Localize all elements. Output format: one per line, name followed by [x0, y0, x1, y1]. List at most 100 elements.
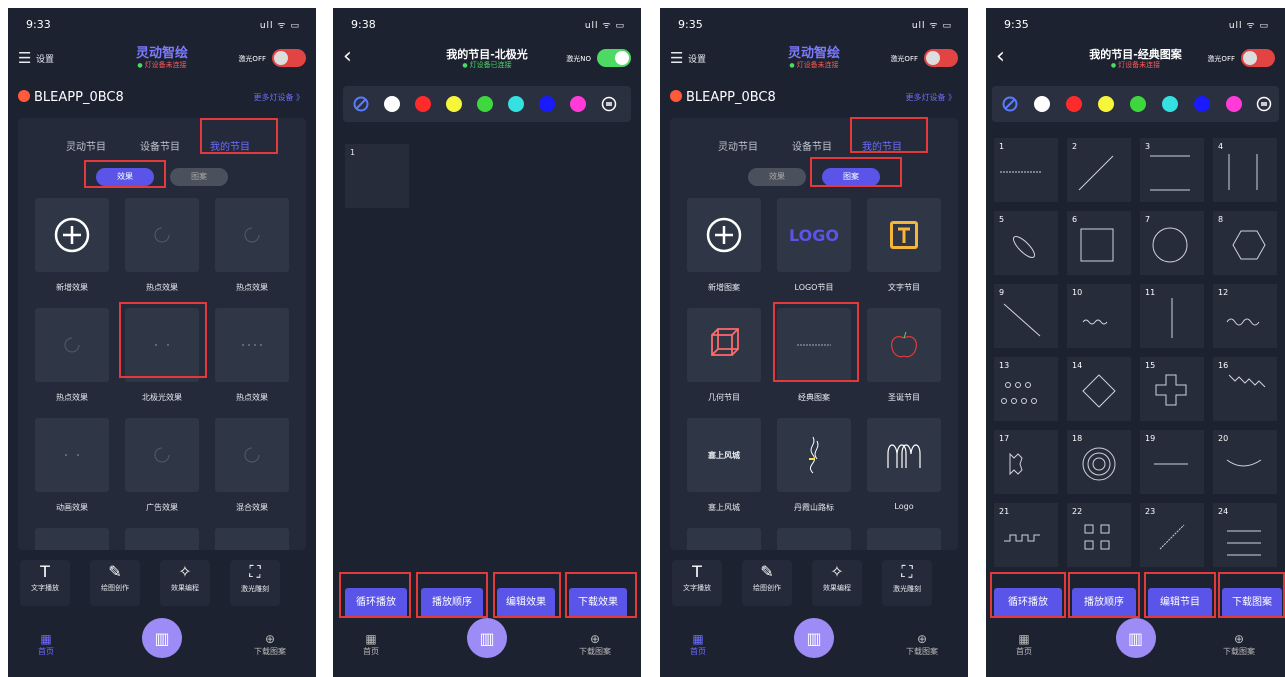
pattern-item[interactable]: 4: [1213, 138, 1277, 202]
center-fab[interactable]: ▥: [467, 618, 507, 658]
color-swatch-blue[interactable]: [1194, 96, 1210, 112]
nav-home[interactable]: ▦ 首页: [38, 632, 54, 657]
tab-smart-programs[interactable]: 灵动节目: [718, 138, 758, 153]
effects-pill[interactable]: 效果: [748, 168, 806, 186]
pattern-item[interactable]: 21: [994, 503, 1058, 567]
nav-download[interactable]: ⊕ 下载图案: [254, 632, 286, 657]
color-swatch-green[interactable]: [1130, 96, 1146, 112]
pattern-item[interactable]: 7: [1140, 211, 1204, 275]
device-name[interactable]: BLEAPP_0BC8: [18, 90, 124, 105]
effect-tile[interactable]: 热点效果: [35, 308, 109, 403]
effect-tile[interactable]: 动画效果: [35, 418, 109, 513]
pattern-item[interactable]: 17: [994, 430, 1058, 494]
tab-my-programs[interactable]: 我的节目: [862, 138, 902, 153]
pattern-item[interactable]: 14: [1067, 357, 1131, 421]
effect-tile[interactable]: 热点效果: [215, 198, 289, 293]
effect-tile[interactable]: [35, 528, 109, 550]
effect-tile[interactable]: [215, 528, 289, 550]
effect-program-tool[interactable]: ✧ 效果编程: [812, 560, 862, 606]
pattern-item[interactable]: 3: [1140, 138, 1204, 202]
pattern-tile[interactable]: [777, 528, 851, 550]
pattern-item[interactable]: 18: [1067, 430, 1131, 494]
play-order-button[interactable]: 播放顺序: [421, 588, 483, 618]
center-fab[interactable]: ▥: [1115, 618, 1156, 658]
tab-device-programs[interactable]: 设备节目: [792, 138, 832, 153]
effect-tile[interactable]: 热点效果: [125, 198, 199, 293]
center-fab[interactable]: ▥: [142, 618, 182, 658]
download-effect-button[interactable]: 下载效果: [569, 588, 627, 618]
tab-device-programs[interactable]: 设备节目: [140, 138, 180, 153]
color-swatch-white[interactable]: [384, 96, 400, 112]
pattern-item[interactable]: 9: [994, 284, 1058, 348]
laser-toggle[interactable]: [597, 49, 631, 67]
draw-tool[interactable]: ✎ 绘图创作: [90, 560, 140, 606]
classic-pattern-tile[interactable]: 经典图案: [777, 308, 851, 403]
edit-program-button[interactable]: 编辑节目: [1148, 588, 1212, 618]
pattern-item[interactable]: 1: [994, 138, 1058, 202]
text-play-tool[interactable]: T 文字播放: [20, 560, 70, 606]
nav-download[interactable]: ⊕ 下载图案: [1223, 632, 1255, 657]
nav-download[interactable]: ⊕ 下载图案: [906, 632, 938, 657]
pattern-item[interactable]: 5: [994, 211, 1058, 275]
color-swatch-red[interactable]: [415, 96, 431, 112]
more-devices-link[interactable]: 更多灯设备 》: [905, 92, 956, 103]
loop-play-button[interactable]: 循环播放: [345, 588, 407, 618]
effect-tile[interactable]: [125, 528, 199, 550]
geometry-program-tile[interactable]: 几何节目: [687, 308, 761, 403]
pattern-item[interactable]: 11: [1140, 284, 1204, 348]
pattern-item[interactable]: 20: [1213, 430, 1277, 494]
color-swatch-white[interactable]: [1034, 96, 1050, 112]
device-name[interactable]: BLEAPP_0BC8: [670, 90, 776, 105]
christmas-program-tile[interactable]: 圣诞节目: [867, 308, 941, 403]
color-swatch-yellow[interactable]: [1098, 96, 1114, 112]
effect-program-tool[interactable]: ✧ 效果编程: [160, 560, 210, 606]
color-swatch-cyan[interactable]: [508, 96, 524, 112]
patterns-pill[interactable]: 图案: [822, 168, 880, 186]
color-swatch-green[interactable]: [477, 96, 493, 112]
color-swatch-blue[interactable]: [539, 96, 555, 112]
download-pattern-button[interactable]: 下载图案: [1222, 588, 1282, 618]
laser-engrave-tool[interactable]: ⛶ 激光雕刻: [230, 560, 280, 606]
color-swatch-red[interactable]: [1066, 96, 1082, 112]
pattern-item[interactable]: 16: [1213, 357, 1277, 421]
nav-home[interactable]: ▦ 首页: [1016, 632, 1032, 657]
color-swatch-cyan[interactable]: [1162, 96, 1178, 112]
pattern-item[interactable]: 8: [1213, 211, 1277, 275]
effects-pill[interactable]: 效果: [96, 168, 154, 186]
nav-home[interactable]: ▦ 首页: [363, 632, 379, 657]
text-program-tile[interactable]: 文字节目: [867, 198, 941, 293]
color-swatch-magenta[interactable]: [1226, 96, 1242, 112]
pattern-item[interactable]: 19: [1140, 430, 1204, 494]
center-fab[interactable]: ▥: [794, 618, 834, 658]
color-swatch-magenta[interactable]: [570, 96, 586, 112]
tab-my-programs[interactable]: 我的节目: [210, 138, 250, 153]
nav-home[interactable]: ▦ 首页: [690, 632, 706, 657]
laser-toggle[interactable]: [924, 49, 958, 67]
pattern-item[interactable]: 15: [1140, 357, 1204, 421]
play-order-button[interactable]: 播放顺序: [1072, 588, 1136, 618]
add-effect-tile[interactable]: 新增效果: [35, 198, 109, 293]
pattern-item[interactable]: 22: [1067, 503, 1131, 567]
nav-download[interactable]: ⊕ 下载图案: [579, 632, 611, 657]
pattern-item[interactable]: 1: [345, 144, 409, 208]
patterns-pill[interactable]: 图案: [170, 168, 228, 186]
effect-tile[interactable]: 广告效果: [125, 418, 199, 513]
loop-play-button[interactable]: 循环播放: [994, 588, 1062, 618]
laser-toggle[interactable]: [272, 49, 306, 67]
effect-tile-aurora[interactable]: 北极光效果: [125, 308, 199, 403]
city-program-tile[interactable]: 塞上风城 塞上风城: [687, 418, 761, 513]
laser-engrave-tool[interactable]: ⛶ 激光雕刻: [882, 560, 932, 606]
effect-tile[interactable]: 热点效果: [215, 308, 289, 403]
add-pattern-tile[interactable]: 新增图案: [687, 198, 761, 293]
edit-effect-button[interactable]: 编辑效果: [497, 588, 555, 618]
pattern-item[interactable]: 13: [994, 357, 1058, 421]
laser-toggle[interactable]: [1241, 49, 1275, 67]
effect-tile[interactable]: 混合效果: [215, 418, 289, 513]
logo-program-tile[interactable]: LOGO LOGO节目: [777, 198, 851, 293]
pattern-item[interactable]: 12: [1213, 284, 1277, 348]
pattern-item[interactable]: 10: [1067, 284, 1131, 348]
text-play-tool[interactable]: T 文字播放: [672, 560, 722, 606]
pattern-item[interactable]: 24: [1213, 503, 1277, 567]
draw-tool[interactable]: ✎ 绘图创作: [742, 560, 792, 606]
logo-tile[interactable]: Logo: [867, 418, 941, 511]
